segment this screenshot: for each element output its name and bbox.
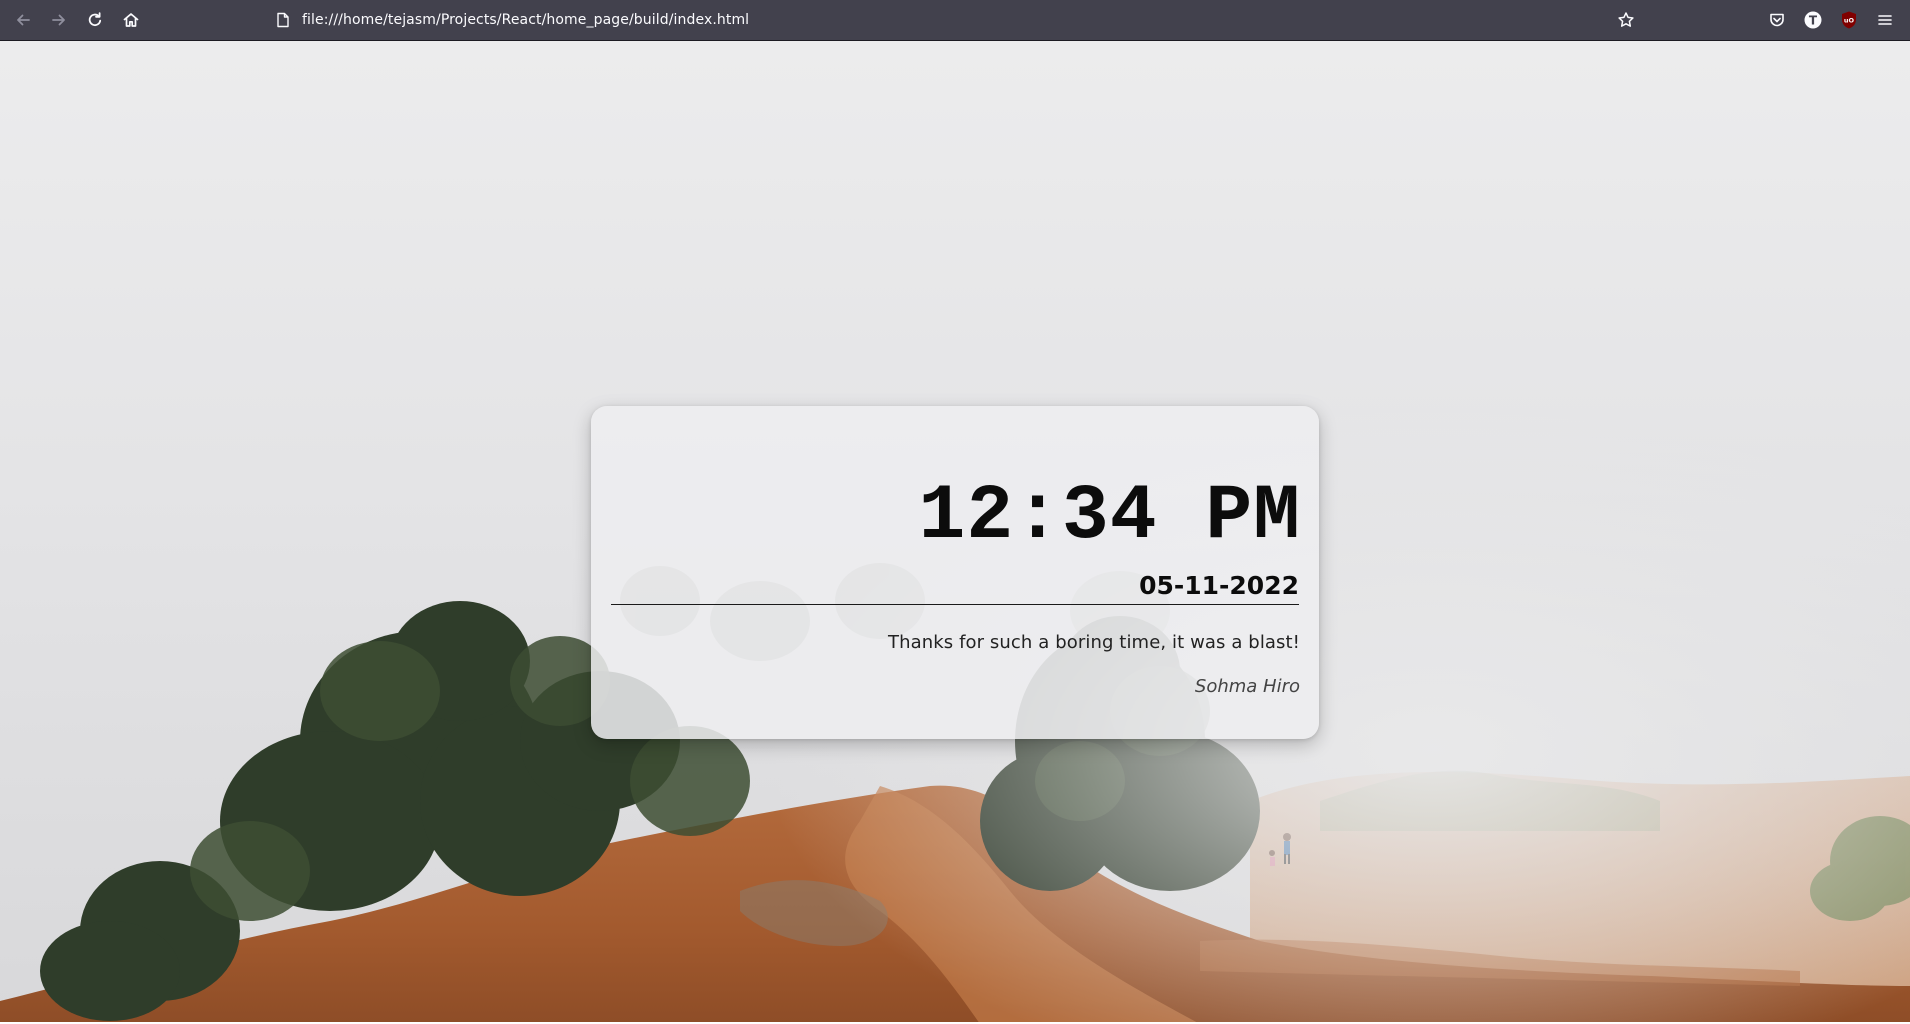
divider bbox=[611, 604, 1299, 605]
page-viewport: 12:34 PM 05-11-2022 Thanks for such a bo… bbox=[0, 41, 1910, 1024]
quote-text: Thanks for such a boring time, it was a … bbox=[888, 632, 1300, 653]
extension-t-icon: T bbox=[1804, 11, 1822, 29]
home-icon bbox=[123, 13, 139, 27]
page-icon bbox=[268, 4, 298, 36]
pocket-icon bbox=[1770, 13, 1784, 27]
ublock-button[interactable]: uO bbox=[1833, 4, 1865, 36]
extension-t-label: T bbox=[1809, 14, 1818, 28]
quote-author: Sohma Hiro bbox=[1194, 676, 1300, 697]
back-button[interactable] bbox=[7, 4, 39, 36]
menu-button[interactable] bbox=[1869, 4, 1901, 36]
star-icon bbox=[1618, 12, 1634, 27]
clock-card: 12:34 PM 05-11-2022 Thanks for such a bo… bbox=[591, 406, 1319, 739]
hamburger-menu-icon bbox=[1878, 15, 1892, 25]
browser-toolbar: file:///home/tejasm/Projects/React/home_… bbox=[0, 0, 1910, 41]
url-bar[interactable]: file:///home/tejasm/Projects/React/home_… bbox=[268, 4, 1628, 36]
clock-date: 05-11-2022 bbox=[1139, 571, 1299, 600]
extension-t-button[interactable]: T bbox=[1797, 4, 1829, 36]
forward-button[interactable] bbox=[43, 4, 75, 36]
url-text[interactable]: file:///home/tejasm/Projects/React/home_… bbox=[302, 12, 749, 28]
ublock-label: uO bbox=[1844, 17, 1855, 25]
ublock-origin-icon: uO bbox=[1842, 11, 1856, 29]
arrow-right-icon bbox=[52, 14, 65, 26]
bookmark-button[interactable] bbox=[1610, 4, 1642, 36]
home-button[interactable] bbox=[115, 4, 147, 36]
arrow-left-icon bbox=[17, 14, 30, 26]
pocket-button[interactable] bbox=[1761, 4, 1793, 36]
reload-button[interactable] bbox=[79, 4, 111, 36]
clock-time: 12:34 PM bbox=[918, 473, 1301, 561]
reload-icon bbox=[88, 12, 102, 27]
